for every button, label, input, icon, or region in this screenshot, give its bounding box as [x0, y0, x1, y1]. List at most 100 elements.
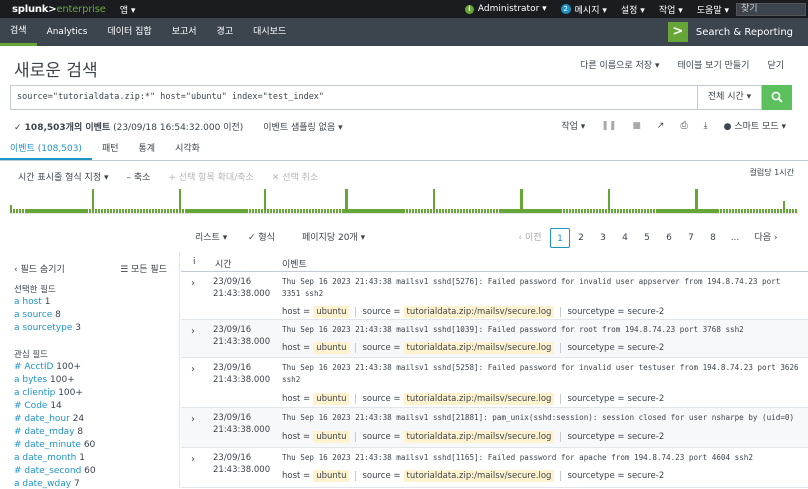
source-value[interactable]: tutorialdata.zip:/mailsv/secure.log [403, 306, 555, 318]
field-item[interactable]: # date_mday 8 [14, 427, 83, 437]
list-view-menu[interactable]: 리스트 ▾ [195, 228, 227, 248]
timeline-bar[interactable] [37, 209, 40, 213]
timeline-bar[interactable] [299, 209, 303, 213]
nav-analytics[interactable]: Analytics [37, 18, 98, 46]
activity-menu[interactable]: 작업 ▾ [652, 3, 690, 16]
timeline-bar[interactable] [163, 209, 167, 213]
timeline-bar[interactable] [447, 209, 451, 213]
col-time-header[interactable]: 시간 [215, 257, 232, 270]
host-value[interactable]: ubuntu [313, 393, 350, 405]
timeline-bar[interactable] [76, 209, 79, 213]
sourcetype-value[interactable]: secure-2 [628, 471, 665, 481]
timeline-bar[interactable] [662, 209, 665, 213]
timeline-bar[interactable] [746, 209, 750, 213]
timeline-bar[interactable] [194, 209, 197, 213]
timeline-bar[interactable] [233, 209, 236, 213]
stop-icon[interactable]: ■ [632, 121, 641, 131]
host-value[interactable]: ubuntu [313, 342, 350, 354]
table-row[interactable]: › 23/09/16 21:43:38.000 Thu Sep 16 2023 2… [181, 408, 808, 448]
hide-fields-button[interactable]: ‹ 필드 숨기기 [14, 262, 65, 275]
create-table-view-link[interactable]: 테이블 보기 만들기 [677, 58, 749, 71]
next-page-button[interactable]: 다음 › [746, 228, 786, 248]
timeline-bar[interactable] [369, 209, 372, 213]
field-item[interactable]: a source 8 [14, 310, 61, 320]
timeline-bar[interactable] [58, 209, 61, 213]
field-item[interactable]: a host 1 [14, 297, 50, 307]
pause-icon[interactable]: ❚❚ [601, 121, 616, 131]
timeline-bar[interactable] [474, 209, 478, 213]
sourcetype-value[interactable]: secure-2 [628, 394, 665, 404]
sourcetype-value[interactable]: secure-2 [628, 307, 665, 317]
search-mode-menu[interactable]: ● 스마트 모드 ▾ [724, 119, 786, 132]
timeline-bar[interactable] [103, 209, 106, 213]
settings-menu[interactable]: 설정 ▾ [614, 3, 652, 16]
timeline-bar[interactable] [417, 209, 420, 213]
timeline-bar[interactable] [637, 209, 641, 213]
timeline-bar[interactable] [317, 209, 321, 213]
timeline-bar[interactable] [142, 209, 146, 213]
timeline-bar[interactable] [115, 209, 119, 213]
timeline-bar[interactable] [610, 209, 614, 213]
field-item[interactable]: # date_minute 60 [14, 440, 95, 450]
per-page-menu[interactable]: 페이지당 20개 ▾ [302, 228, 365, 248]
timeline-bar[interactable] [755, 209, 759, 213]
timeline-bar[interactable] [272, 209, 276, 213]
timeline-bar[interactable] [154, 209, 158, 213]
expand-icon[interactable]: › [191, 364, 195, 375]
timeline-bar[interactable] [553, 209, 556, 213]
sourcetype-value[interactable]: secure-2 [628, 432, 665, 442]
timeline-bar[interactable] [182, 209, 185, 213]
nav-dashboards[interactable]: 대시보드 [243, 18, 296, 46]
timeline-bar[interactable] [544, 209, 547, 213]
zoom-to-selection-button[interactable]: + 선택 항목 확대/축소 [168, 170, 253, 183]
timeline-bar[interactable] [85, 209, 88, 213]
search-query-input[interactable]: source="tutorialdata.zip:*" host="ubuntu… [10, 85, 698, 110]
field-item[interactable]: a sourcetype 3 [14, 323, 81, 333]
timeline-bar[interactable] [251, 209, 254, 213]
timeline-bar[interactable] [794, 209, 798, 213]
format-menu[interactable]: ✓ 형식 [248, 228, 275, 248]
timeline-bar[interactable] [592, 209, 596, 213]
timeline-bar[interactable] [64, 209, 67, 213]
table-row[interactable]: › 23/09/16 21:43:38.000 Thu Sep 16 2023 2… [181, 448, 808, 488]
timeline-bar[interactable] [19, 209, 22, 213]
expand-icon[interactable]: › [191, 454, 195, 465]
timeline-bar[interactable] [387, 209, 390, 213]
time-range-picker[interactable]: 전체 시간 ▾ [698, 85, 762, 110]
splunk-logo[interactable]: splunk>enterprise [12, 4, 106, 15]
source-value[interactable]: tutorialdata.zip:/mailsv/secure.log [403, 431, 555, 443]
timeline-bar[interactable] [357, 209, 360, 213]
timeline-bar[interactable] [740, 209, 744, 213]
host-value[interactable]: ubuntu [313, 431, 350, 443]
timeline-bar[interactable] [622, 209, 626, 213]
expand-icon[interactable]: › [191, 326, 195, 337]
tab-visualization[interactable]: 시각화 [165, 140, 210, 160]
timeline-chart[interactable] [10, 188, 798, 214]
table-row[interactable]: › 23/09/16 21:43:38.000 Thu Sep 16 2023 2… [181, 358, 808, 408]
expand-icon[interactable]: › [191, 278, 195, 289]
timeline-bar[interactable] [221, 209, 224, 213]
timeline-bar[interactable] [396, 209, 399, 213]
page-5[interactable]: 5 [636, 228, 658, 248]
zoom-out-button[interactable]: – 축소 [126, 170, 150, 183]
source-value[interactable]: tutorialdata.zip:/mailsv/secure.log [403, 393, 555, 405]
user-menu[interactable]: i Administrator ▾ [458, 4, 554, 14]
timeline-bar[interactable] [290, 209, 294, 213]
event-sampling-menu[interactable]: 이벤트 샘플링 없음 ▾ [263, 120, 342, 133]
tab-statistics[interactable]: 통계 [129, 140, 166, 160]
save-as-menu[interactable]: 다른 이름으로 저장 ▾ [580, 58, 659, 71]
timeline-bar[interactable] [465, 209, 469, 213]
timeline-bar[interactable] [426, 209, 430, 213]
field-item[interactable]: a clientip 100+ [14, 388, 83, 398]
nav-reports[interactable]: 보고서 [162, 18, 207, 46]
deselect-button[interactable]: ✕ 선택 취소 [272, 170, 318, 183]
nav-datasets[interactable]: 데이터 집합 [97, 18, 161, 46]
nav-search[interactable]: 검색 [0, 18, 37, 46]
timeline-bar[interactable] [330, 209, 333, 213]
table-row[interactable]: › 23/09/16 21:43:38.000 Thu Sep 16 2023 2… [181, 272, 808, 320]
page-3[interactable]: 3 [592, 228, 614, 248]
host-value[interactable]: ubuntu [313, 306, 350, 318]
page-1[interactable]: 1 [550, 228, 570, 248]
timeline-bar[interactable] [514, 209, 517, 213]
timeline-bar[interactable] [650, 209, 653, 213]
